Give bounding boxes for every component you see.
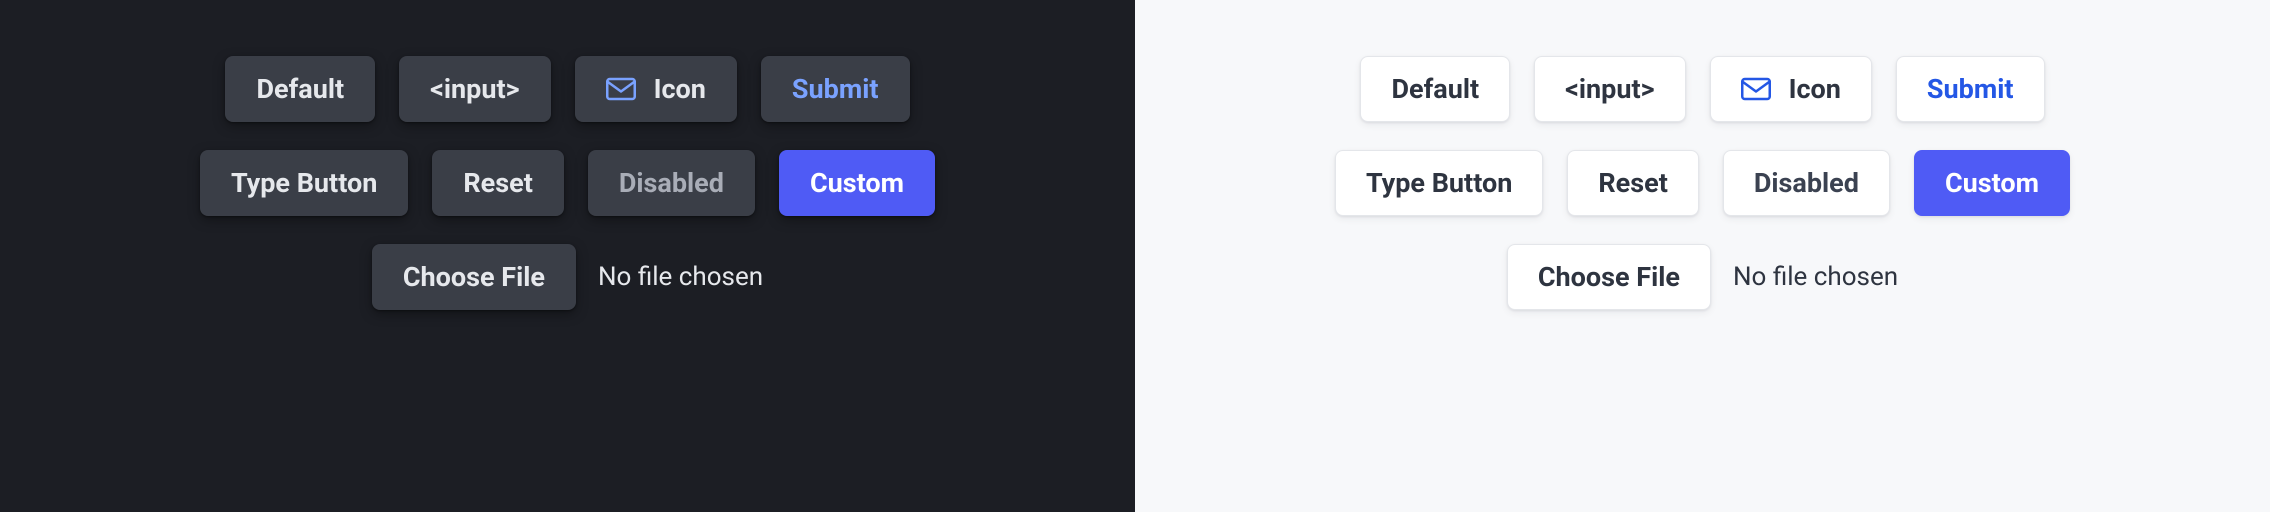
type-button-label: Type Button	[231, 167, 377, 199]
disabled-button: Disabled	[588, 150, 755, 216]
input-button-label: <input>	[430, 73, 519, 105]
choose-file-label: Choose File	[1538, 261, 1680, 293]
button-row-1-dark: Default <input> Icon Submit	[225, 56, 909, 122]
choose-file-label: Choose File	[403, 261, 545, 293]
button-rows-dark: Default <input> Icon Submit Type Button	[44, 56, 1091, 310]
file-input[interactable]: Choose File No file chosen	[1507, 244, 1898, 310]
custom-button[interactable]: Custom	[1914, 150, 2070, 216]
submit-button[interactable]: Submit	[1896, 56, 2045, 122]
icon-button[interactable]: Icon	[575, 56, 737, 122]
reset-button-label: Reset	[463, 167, 532, 199]
submit-button-label: Submit	[792, 73, 879, 105]
input-button[interactable]: <input>	[1534, 56, 1685, 122]
icon-button-label: Icon	[654, 73, 706, 105]
mail-icon	[606, 77, 636, 101]
button-row-2-light: Type Button Reset Disabled Custom	[1335, 150, 2070, 216]
custom-button-label: Custom	[810, 167, 904, 199]
choose-file-button[interactable]: Choose File	[1507, 244, 1711, 310]
disabled-button-label: Disabled	[619, 167, 724, 199]
reset-button-label: Reset	[1598, 167, 1667, 199]
custom-button-label: Custom	[1945, 167, 2039, 199]
type-button[interactable]: Type Button	[1335, 150, 1543, 216]
button-rows-light: Default <input> Icon Submit Type Button	[1179, 56, 2226, 310]
file-status-text: No file chosen	[1733, 262, 1898, 292]
button-row-1-light: Default <input> Icon Submit	[1360, 56, 2044, 122]
reset-button[interactable]: Reset	[1567, 150, 1698, 216]
type-button-label: Type Button	[1366, 167, 1512, 199]
icon-button-label: Icon	[1789, 73, 1841, 105]
panel-dark: Default <input> Icon Submit Type Button	[0, 0, 1135, 512]
button-row-3-dark: Choose File No file chosen	[372, 244, 763, 310]
file-input[interactable]: Choose File No file chosen	[372, 244, 763, 310]
button-row-3-light: Choose File No file chosen	[1507, 244, 1898, 310]
custom-button[interactable]: Custom	[779, 150, 935, 216]
submit-button-label: Submit	[1927, 73, 2014, 105]
choose-file-button[interactable]: Choose File	[372, 244, 576, 310]
submit-button[interactable]: Submit	[761, 56, 910, 122]
default-button-label: Default	[256, 73, 344, 105]
panel-light: Default <input> Icon Submit Type Button	[1135, 0, 2270, 512]
default-button[interactable]: Default	[225, 56, 375, 122]
disabled-button: Disabled	[1723, 150, 1890, 216]
type-button[interactable]: Type Button	[200, 150, 408, 216]
disabled-button-label: Disabled	[1754, 167, 1859, 199]
reset-button[interactable]: Reset	[432, 150, 563, 216]
icon-button[interactable]: Icon	[1710, 56, 1872, 122]
input-button[interactable]: <input>	[399, 56, 550, 122]
file-status-text: No file chosen	[598, 262, 763, 292]
default-button[interactable]: Default	[1360, 56, 1510, 122]
input-button-label: <input>	[1565, 73, 1654, 105]
mail-icon	[1741, 77, 1771, 101]
button-row-2-dark: Type Button Reset Disabled Custom	[200, 150, 935, 216]
default-button-label: Default	[1391, 73, 1479, 105]
